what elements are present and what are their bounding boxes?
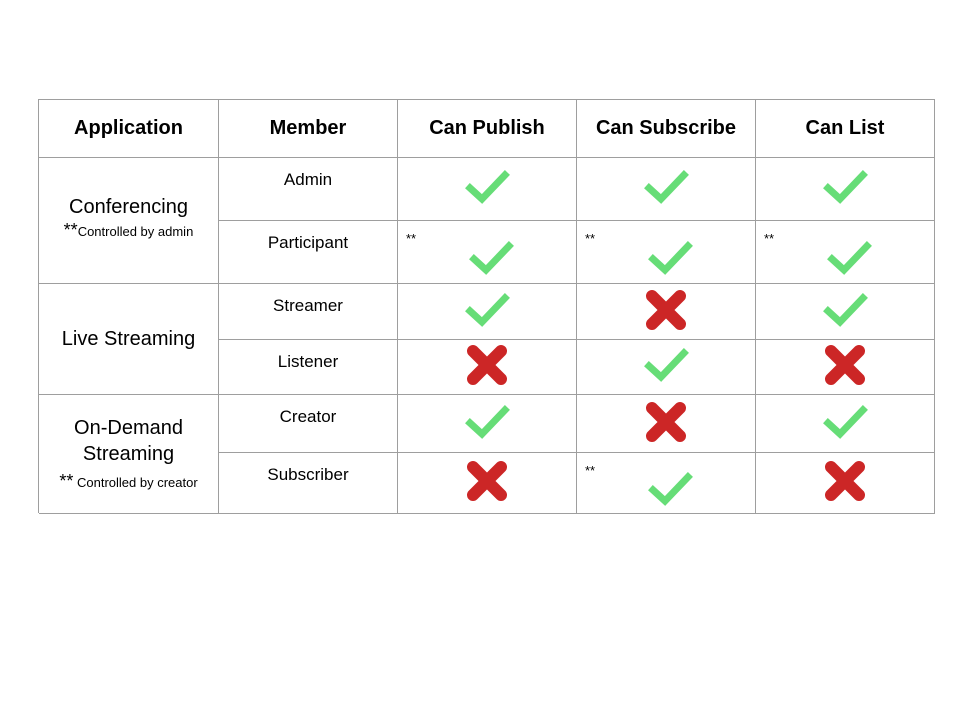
permission-cell bbox=[398, 284, 577, 340]
permission-cell: ** bbox=[577, 221, 756, 284]
permission-cell bbox=[398, 453, 577, 514]
permission-cell bbox=[398, 158, 577, 221]
cross-icon bbox=[462, 456, 512, 506]
permission-cell bbox=[756, 158, 935, 221]
check-icon bbox=[820, 162, 870, 212]
check-icon bbox=[645, 464, 695, 514]
group-title: Conferencing bbox=[69, 195, 188, 218]
group-note: ** Controlled by creator bbox=[59, 471, 197, 493]
footnote-mark: ** bbox=[585, 231, 596, 246]
footnote-mark: ** bbox=[764, 231, 775, 246]
group-on-demand-streaming: On-Demand Streaming ** Controlled by cre… bbox=[39, 395, 219, 514]
member-cell: Admin bbox=[219, 158, 398, 221]
permission-cell bbox=[577, 395, 756, 453]
member-cell: Streamer bbox=[219, 284, 398, 340]
check-icon bbox=[645, 233, 695, 283]
footnote-mark: ** bbox=[585, 463, 596, 478]
header-member: Member bbox=[219, 100, 398, 158]
member-cell: Listener bbox=[219, 340, 398, 395]
check-icon bbox=[462, 285, 512, 335]
check-icon bbox=[824, 233, 874, 283]
cross-icon bbox=[820, 456, 870, 506]
note-text: Controlled by creator bbox=[76, 475, 198, 490]
permission-cell bbox=[756, 284, 935, 340]
header-can-publish: Can Publish bbox=[398, 100, 577, 158]
member-cell: Subscriber bbox=[219, 453, 398, 514]
group-conferencing: Conferencing **Controlled by admin bbox=[39, 158, 219, 284]
cross-icon bbox=[641, 285, 691, 335]
permission-cell bbox=[577, 340, 756, 395]
permission-cell: ** bbox=[756, 221, 935, 284]
permission-cell: ** bbox=[398, 221, 577, 284]
check-icon bbox=[462, 162, 512, 212]
cross-icon bbox=[641, 397, 691, 447]
permission-cell bbox=[756, 395, 935, 453]
member-cell: Participant bbox=[219, 221, 398, 284]
group-note: **Controlled by admin bbox=[64, 220, 194, 242]
permission-cell bbox=[398, 395, 577, 453]
note-text: Controlled by admin bbox=[77, 223, 194, 239]
check-icon bbox=[641, 162, 691, 212]
cross-icon bbox=[820, 340, 870, 390]
permission-cell bbox=[756, 453, 935, 514]
header-can-subscribe: Can Subscribe bbox=[577, 100, 756, 158]
permission-cell bbox=[398, 340, 577, 395]
header-can-list: Can List bbox=[756, 100, 935, 158]
footnote-mark: ** bbox=[406, 231, 417, 246]
member-cell: Creator bbox=[219, 395, 398, 453]
check-icon bbox=[466, 233, 516, 283]
permissions-table: Application Member Can Publish Can Subsc… bbox=[38, 99, 935, 514]
group-live-streaming: Live Streaming bbox=[39, 284, 219, 395]
check-icon bbox=[462, 397, 512, 447]
note-mark: ** bbox=[59, 471, 74, 491]
permission-cell bbox=[577, 284, 756, 340]
note-mark: ** bbox=[63, 219, 78, 240]
permission-cell bbox=[756, 340, 935, 395]
group-title: On-Demand Streaming bbox=[74, 417, 183, 465]
check-icon bbox=[820, 285, 870, 335]
permission-cell bbox=[577, 158, 756, 221]
permission-cell: ** bbox=[577, 453, 756, 514]
header-application: Application bbox=[39, 100, 219, 158]
cross-icon bbox=[462, 340, 512, 390]
group-title: Live Streaming bbox=[61, 328, 196, 350]
check-icon bbox=[641, 340, 691, 390]
check-icon bbox=[820, 397, 870, 447]
